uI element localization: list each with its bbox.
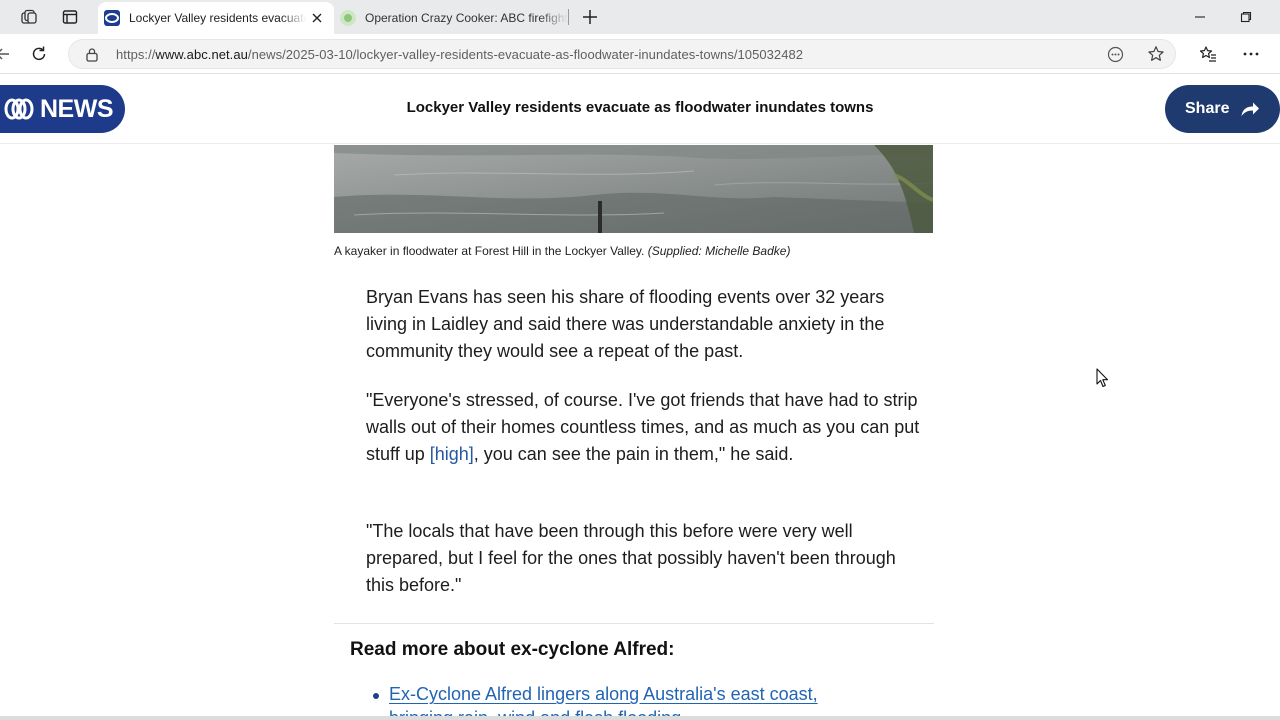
tab-title: Lockyer Valley residents evacuate as flo…	[129, 11, 306, 25]
paragraph-3: "The locals that have been through this …	[366, 521, 896, 595]
loading-favicon-icon	[340, 10, 356, 26]
more-options-icon[interactable]	[1241, 44, 1261, 64]
read-more-list: Ex-Cyclone Alfred lingers along Australi…	[373, 682, 818, 720]
back-icon[interactable]	[0, 44, 12, 64]
page-title: Lockyer Valley residents evacuate as flo…	[406, 99, 874, 116]
tab-separator	[568, 9, 569, 25]
read-more-heading: Read more about ex-cyclone Alfred:	[350, 639, 675, 660]
restore-icon[interactable]	[1223, 0, 1269, 34]
close-icon[interactable]	[306, 7, 328, 29]
caption-text: A kayaker in floodwater at Forest Hill i…	[334, 244, 645, 258]
favorite-star-icon[interactable]	[1147, 45, 1165, 68]
share-label: Share	[1185, 100, 1230, 117]
mouse-cursor-icon	[1096, 368, 1110, 393]
site-header: NEWS Lockyer Valley residents evacuate a…	[0, 74, 1280, 144]
photo-caption: A kayaker in floodwater at Forest Hill i…	[334, 244, 790, 258]
url-bar[interactable]: https://www.abc.net.au/news/2025-03-10/l…	[68, 39, 1176, 69]
flood-photo	[334, 145, 933, 233]
list-item: Ex-Cyclone Alfred lingers along Australi…	[373, 682, 818, 720]
editorial-insert: [high]	[429, 444, 474, 464]
bottom-edge	[0, 716, 1280, 720]
refresh-icon[interactable]	[29, 44, 49, 64]
tab-title: Operation Crazy Cooker: ABC firefighting…	[365, 11, 568, 25]
reading-mode-icon[interactable]	[1107, 46, 1124, 68]
tab-bar: Lockyer Valley residents evacuate as flo…	[0, 0, 1280, 34]
share-button[interactable]: Share	[1165, 85, 1280, 133]
workspaces-icon[interactable]	[19, 7, 39, 27]
new-tab-icon[interactable]	[580, 7, 600, 27]
paragraph-2: "Everyone's stressed, of course. I've go…	[366, 387, 926, 468]
paragraph-1: Bryan Evans has seen his share of floodi…	[366, 287, 885, 361]
share-arrow-icon	[1241, 102, 1260, 116]
address-bar: https://www.abc.net.au/news/2025-03-10/l…	[0, 34, 1280, 74]
tab-operation-crazy-cooker[interactable]: Operation Crazy Cooker: ABC firefighting…	[336, 2, 568, 34]
favorites-icon[interactable]	[1198, 44, 1218, 64]
read-more-link[interactable]: Ex-Cyclone Alfred lingers along Australi…	[389, 682, 818, 706]
lock-icon[interactable]	[85, 47, 99, 67]
caption-credit: (Supplied: Michelle Badke)	[647, 244, 791, 258]
abc-favicon-icon	[104, 10, 120, 26]
tab-lockyer-valley[interactable]: Lockyer Valley residents evacuate as flo…	[98, 2, 334, 34]
section-divider	[334, 623, 934, 624]
minimize-icon[interactable]	[1177, 0, 1223, 34]
url-text[interactable]: https://www.abc.net.au/news/2025-03-10/l…	[116, 47, 803, 62]
tab-actions-icon[interactable]	[60, 7, 80, 27]
paragraph-2-text-b: , you can see the pain in them," he said…	[473, 444, 794, 464]
